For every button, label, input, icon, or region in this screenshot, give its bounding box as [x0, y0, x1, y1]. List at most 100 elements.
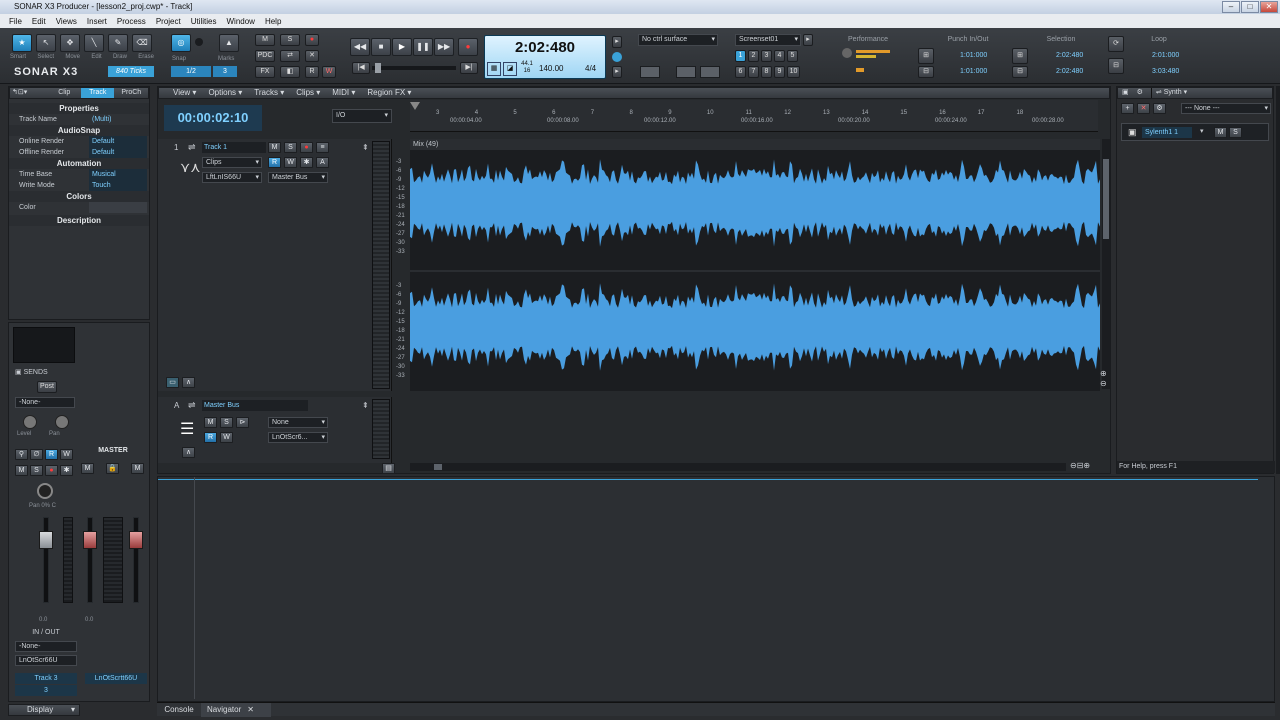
tab-navigator[interactable]: Navigator ✕	[201, 703, 271, 717]
loop-end[interactable]: 3:03:480	[1152, 68, 1179, 75]
select-tool-icon[interactable]: ↖	[36, 34, 56, 52]
bus-clip-area[interactable]	[410, 397, 1100, 461]
strip-fx-icon[interactable]: ✱	[60, 465, 73, 476]
rewind-icon[interactable]: ◀◀	[350, 38, 370, 56]
screenset-btn-8[interactable]: 8	[761, 66, 772, 78]
right-scroll[interactable]	[1276, 86, 1280, 474]
bus-flag-icon[interactable]: ⊳	[236, 417, 249, 428]
track-hscroll-thumb[interactable]	[434, 464, 442, 470]
read-button[interactable]: R	[305, 66, 319, 78]
snap-icon[interactable]: ◎	[171, 34, 191, 52]
master-output-name[interactable]: LnOtScrtt66U	[85, 673, 147, 684]
strip-track-name[interactable]: Track 3	[15, 673, 77, 684]
mix-icon[interactable]: ⇄	[280, 50, 300, 62]
meter-value[interactable]: 4/4	[585, 64, 596, 73]
punch-out-time[interactable]: 1:01:000	[960, 68, 987, 75]
draw-tool-icon[interactable]: ✎	[108, 34, 128, 52]
track-hscroll[interactable]	[410, 463, 1066, 471]
tab-track[interactable]: Track	[80, 88, 115, 98]
phase-icon[interactable]: ∅	[30, 449, 43, 460]
mute-all-button[interactable]: M	[255, 34, 275, 46]
volume-fader[interactable]	[39, 531, 53, 549]
bus-automation-icon[interactable]: ∧	[182, 447, 195, 458]
ticks-display[interactable]: 840 Ticks	[108, 66, 154, 77]
bus-send-select[interactable]: None ▾	[268, 417, 328, 428]
track-time-display[interactable]: 00:00:02:10	[164, 105, 262, 131]
menu-window[interactable]: Window	[226, 17, 256, 26]
control-surface-select[interactable]: No ctrl surface ▾	[638, 34, 718, 46]
track-vscroll-thumb[interactable]	[1103, 159, 1109, 239]
track1-solo-button[interactable]: S	[284, 142, 297, 153]
post-button[interactable]: Post	[37, 381, 57, 393]
master-m2-button[interactable]: M	[131, 463, 144, 474]
bus-solo-button[interactable]: S	[220, 417, 233, 428]
strip-arm-icon[interactable]: ●	[45, 465, 58, 476]
marks-icon[interactable]: ▲	[219, 34, 239, 52]
clip-area[interactable]: Mix (49)	[410, 139, 1100, 391]
selection-set-icon[interactable]: ⊟	[1012, 66, 1028, 78]
bus-name[interactable]: Master Bus	[202, 400, 308, 411]
synth-mute-button[interactable]: M	[1214, 127, 1227, 138]
hzoom-icons[interactable]: ⊖⊟⊕	[1070, 461, 1090, 470]
menu-help[interactable]: Help	[264, 17, 282, 26]
loop-toggle-icon[interactable]: ⟳	[1108, 36, 1124, 52]
track1-phase-icon[interactable]: A	[316, 157, 329, 168]
ctrl-surface-icon[interactable]	[640, 66, 660, 78]
track1-arm-icon[interactable]: ●	[300, 142, 313, 153]
bus-read-button[interactable]: R	[204, 432, 217, 443]
color-select[interactable]	[89, 202, 147, 213]
send-select[interactable]: -None-	[15, 397, 75, 408]
strip-read-button[interactable]: R	[45, 449, 58, 460]
track-name-value[interactable]: (Multi)	[89, 114, 147, 125]
screenset-btn-10[interactable]: 10	[787, 66, 800, 78]
track1-clips-select[interactable]: Clips ▾	[202, 157, 262, 168]
io-select[interactable]: I/O ▾	[332, 109, 392, 123]
tab-console[interactable]: Console	[157, 703, 201, 717]
time-base-select[interactable]: Musical	[89, 169, 147, 180]
online-render-select[interactable]: Default	[89, 136, 147, 147]
move-tool-icon[interactable]: ✥	[60, 34, 80, 52]
minimize-button[interactable]: –	[1222, 1, 1240, 13]
tempo-icon[interactable]: ◪	[503, 62, 517, 76]
bus-header[interactable]: A ⇌ Master Bus ⇞ ☰ M S ⊳ None ▾ R W LnOtS…	[158, 397, 392, 463]
menu-clips[interactable]: Clips ▾	[290, 88, 326, 98]
delete-synth-icon[interactable]: ✕	[1137, 103, 1150, 114]
menu-project[interactable]: Project	[155, 17, 182, 26]
bus-collapse-icon[interactable]: ⇞	[362, 401, 369, 410]
now-slider-thumb[interactable]	[375, 63, 381, 73]
menu-regionfx[interactable]: Region FX ▾	[361, 88, 417, 98]
track1-header[interactable]: 1 ⇌ Track 1 M S ● ≡ ⇞ ⋎⋏ Clips ▾ R W ✱ A …	[158, 139, 392, 391]
input-select[interactable]: -None-	[15, 641, 77, 652]
screenset-btn-2[interactable]: 2	[748, 50, 759, 62]
screenset-btn-6[interactable]: 6	[735, 66, 746, 78]
metronome-icon[interactable]: ▦	[487, 62, 501, 76]
strip-mute-button[interactable]: M	[15, 465, 28, 476]
zoom-in-icon[interactable]: ⊕	[1100, 369, 1107, 378]
synth-solo-button[interactable]: S	[1229, 127, 1242, 138]
screenset-btn-7[interactable]: 7	[748, 66, 759, 78]
mix-snap-icon[interactable]: ◧	[280, 66, 300, 78]
solo-all-button[interactable]: S	[280, 34, 300, 46]
snap-value[interactable]: 1/2	[171, 66, 211, 77]
screenset-btn-4[interactable]: 4	[774, 50, 785, 62]
maximize-button[interactable]: □	[1241, 1, 1259, 13]
bus-write-button[interactable]: W	[220, 432, 233, 443]
close-tab-icon[interactable]: ✕	[247, 705, 254, 714]
close-button[interactable]: ✕	[1260, 1, 1278, 13]
screenset-lock-icon[interactable]: ▸	[803, 34, 813, 46]
track1-input-select[interactable]: LftLnIS66U ▾	[202, 172, 262, 183]
track1-meter-icon[interactable]: ≡	[316, 142, 329, 153]
time-display[interactable]: 2:02:480 ▦ ◪ 44.1 16 140.00 4/4	[484, 35, 606, 79]
bus-output-select[interactable]: LnOtScr6... ▾	[268, 432, 328, 443]
edit-tool-icon[interactable]: ╲	[84, 34, 104, 52]
punch-in-time[interactable]: 1:01:000	[960, 52, 987, 59]
offline-render-select[interactable]: Default	[89, 147, 147, 158]
inspector-menu-icon[interactable]: ↰⊡▾	[10, 88, 47, 98]
track1-collapse-icon[interactable]: ⇞	[362, 143, 369, 152]
track1-write-button[interactable]: W	[284, 157, 297, 168]
screenset-btn-3[interactable]: 3	[761, 50, 772, 62]
menu-tracks[interactable]: Tracks ▾	[248, 88, 290, 98]
track1-edit-icon[interactable]: ▭	[166, 377, 179, 388]
track1-mute-button[interactable]: M	[268, 142, 281, 153]
track1-name[interactable]: Track 1	[202, 142, 266, 153]
